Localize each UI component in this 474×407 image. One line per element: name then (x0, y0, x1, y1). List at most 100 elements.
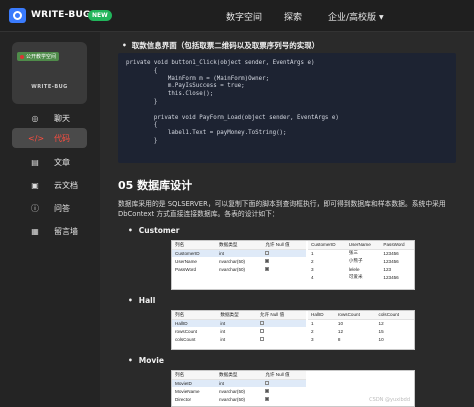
table-row: Director nvarchar(50) (172, 395, 306, 403)
code-line: private void PayForm_Load(object sender,… (126, 114, 339, 121)
col-header: 列名 (172, 241, 217, 250)
top-bar: WRITE-BUG NEW 数字空间 探索 企业/高校版 ▼ (0, 0, 474, 32)
col-header: 列名 (172, 311, 218, 320)
cell: HallID (172, 319, 218, 327)
cell: int (216, 379, 263, 387)
movie-table-image: 列名 数据类型 允许 Null 值 MovieID int MovieName nvar… (171, 370, 415, 407)
sidebar-item-message-wall[interactable]: ▦ 留言墙 (12, 221, 87, 241)
cell: 12 (337, 328, 344, 334)
space-name: WRITE-BUG (31, 84, 68, 90)
hall-data-table: HallID rowsCount colsCount 1 10 12 2 12 15 3 8 1… (308, 311, 414, 343)
table-heading-customer: Customer (128, 226, 180, 235)
sidebar-item-label: 云文档 (54, 180, 78, 190)
cell: nvarchar(50) (219, 258, 246, 264)
message-wall-icon: ▦ (31, 226, 39, 236)
cell: lelele (348, 266, 360, 272)
cell: int (217, 319, 257, 327)
cell: nvarchar(50) (219, 266, 246, 272)
nav-enterprise-label: 企业/高校版 (328, 13, 377, 23)
table-row: 1 张三 123456 (308, 249, 414, 257)
sidebar-item-code[interactable]: </> 代码 (12, 128, 87, 148)
table-row: 2 小熊子 123456 (308, 257, 414, 265)
table-row: UserName nvarchar(50) (172, 257, 306, 265)
cell: 3 (311, 266, 314, 272)
sidebar-item-label: 代码 (54, 133, 70, 143)
checkbox (265, 380, 270, 385)
code-line: } (126, 98, 158, 105)
table-row: MovieID int (172, 379, 306, 387)
sidebar-item-article[interactable]: ▤ 文章 (12, 152, 87, 172)
cell: rowsCount (175, 328, 197, 334)
cell: MovieName (175, 388, 200, 394)
chat-icon: ◎ (31, 113, 39, 123)
sidebar: 公开教学空间 WRITE-BUG ◎ 聊天 </> 代码 ▤ 文章 ▣ 云文档 … (0, 32, 100, 407)
code-line: } (126, 137, 158, 144)
col-header: 允许 Null 值 (262, 371, 306, 380)
nav-explore-label: 探索 (284, 13, 303, 23)
table-row: 3 8 10 (308, 335, 414, 343)
cell: MovieID (172, 379, 217, 387)
sidebar-item-cloud-doc[interactable]: ▣ 云文档 (12, 175, 87, 195)
table-row: PassWord nvarchar(50) (172, 265, 306, 273)
cell: PassWord (175, 266, 197, 272)
space-card[interactable]: 公开教学空间 WRITE-BUG (12, 42, 87, 104)
cell: Director (175, 396, 192, 402)
table-row: rowsCount int (172, 327, 306, 335)
chevron-down-icon: ▼ (379, 14, 384, 21)
table-row: CustomerID int (172, 249, 306, 257)
table-row: MovieName nvarchar(50) (172, 387, 306, 395)
cell: 123456 (383, 258, 399, 264)
checkbox (259, 328, 264, 333)
sidebar-item-label: 文章 (54, 157, 70, 167)
table-row: 3 lelele 123 (308, 265, 414, 273)
checkbox (265, 396, 270, 401)
cell: nvarchar(50) (219, 396, 246, 402)
section-title: 05 数据库设计 (118, 179, 193, 192)
nav-enterprise[interactable]: 企业/高校版 ▼ (328, 10, 384, 23)
cell: 小熊子 (348, 258, 363, 263)
cell: 1 (311, 320, 314, 326)
cell: int (216, 249, 263, 257)
bullet-text: 取款信息界面（包括取票二维码以及取票序列号的实现） (122, 40, 320, 51)
cell: 12 (378, 320, 384, 326)
cell: int (220, 328, 226, 334)
hall-table-image: 列名 数据类型 允许 Null 值 HallID int rowsCount int c… (171, 310, 415, 350)
checkbox (265, 266, 270, 271)
col-header: 允许 Null 值 (256, 311, 306, 320)
customer-data-table: CustomerID UserName PassWord 1 张三 123456 2 小熊… (308, 241, 414, 281)
table-heading-movie: Movie (128, 356, 164, 365)
sidebar-item-label: 留言墙 (54, 226, 78, 236)
new-badge: NEW (88, 10, 112, 21)
code-line: this.Close(); (126, 91, 214, 98)
code-line: { (126, 67, 158, 74)
space-tag-label: 公开教学空间 (26, 54, 57, 60)
brand-name[interactable]: WRITE-BUG (31, 10, 91, 20)
checkbox (259, 320, 264, 325)
cell: 2 (311, 328, 314, 334)
brand-logo-icon[interactable] (9, 8, 26, 23)
customer-schema-table: 列名 数据类型 允许 Null 值 CustomerID int UserName nv… (172, 241, 306, 273)
cell: 2 (311, 258, 314, 264)
code-block[interactable]: private void button1_Click(object sender… (118, 53, 456, 163)
col-header: 数据类型 (216, 241, 263, 250)
checkbox (265, 258, 270, 263)
table-row: colsCount int (172, 335, 306, 343)
col-header: CustomerID (308, 241, 346, 250)
code-icon: </> (28, 133, 45, 143)
col-header: 数据类型 (216, 371, 263, 380)
col-header: PassWord (380, 241, 414, 250)
col-header: rowsCount (334, 311, 376, 320)
sidebar-item-chat[interactable]: ◎ 聊天 (12, 108, 87, 128)
code-line: MainForm m = (MainForm)Owner; (126, 75, 270, 82)
col-header: 列名 (172, 371, 217, 380)
sidebar-item-qa[interactable]: ⓘ 问答 (12, 198, 87, 218)
space-tag: 公开教学空间 (17, 52, 60, 61)
col-header: colsCount (375, 311, 414, 320)
checkbox (265, 388, 270, 393)
nav-digital-space[interactable]: 数字空间 (226, 10, 262, 23)
cell: 1 (311, 250, 314, 256)
col-header: UserName (345, 241, 381, 250)
nav-explore[interactable]: 探索 (284, 10, 302, 23)
col-header: 数据类型 (217, 311, 257, 320)
